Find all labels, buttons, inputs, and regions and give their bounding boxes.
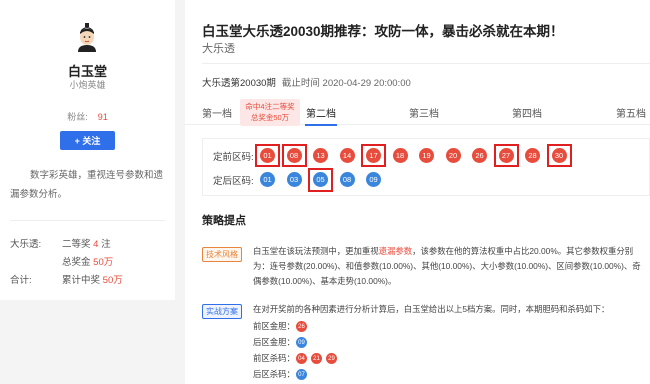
fans-label: 粉丝: <box>67 112 88 122</box>
front-dan-ball-26: 26 <box>296 321 307 332</box>
strategy-heading: 策略提点 <box>202 215 246 227</box>
front-ball-19: 19 <box>419 148 434 163</box>
back-kill-label: 后区杀码： <box>253 369 295 379</box>
header-divider <box>202 63 650 64</box>
front-ball-20: 20 <box>445 148 461 163</box>
tech-style-tag: 技术风格 <box>202 247 242 262</box>
front-zone-label: 定前区码: <box>213 152 254 163</box>
article-panel: 白玉堂大乐透20030期推荐：攻防一体，暴击必杀就在本期！ 大乐透 大乐透第20… <box>185 0 650 384</box>
front-ball-18: 18 <box>392 148 408 163</box>
follow-button[interactable]: + 关注 <box>60 131 115 150</box>
active-tab-indicator <box>305 124 337 126</box>
highlight-box-front-17 <box>361 144 386 167</box>
stat-lottery-prize: 总奖金 50万 <box>62 254 113 268</box>
back-dan-label: 后区金胆： <box>253 337 295 347</box>
fans-number: 91 <box>97 112 108 122</box>
win-tooltip-line1: 命中4注二等奖 <box>245 102 295 111</box>
plan-text: 在对开奖前的各种因素进行分析计算后，白玉堂给出以上5档方案。同时，本期胆码和杀码… <box>253 304 610 314</box>
tech-text-highlight: 遗漏参数 <box>378 246 413 256</box>
back-dan-ball-09: 09 <box>296 337 307 348</box>
back-ball-08: 08 <box>339 172 355 187</box>
stat-prize-prefix: 总奖金 <box>62 257 91 268</box>
issue-number: 大乐透第20030期 <box>202 78 276 89</box>
number-panel: 定前区码: 定后区码: 01 08 13 14 17 18 19 20 26 27 28 30 01 03… <box>202 138 650 196</box>
front-kill-ball-29: 29 <box>326 353 337 364</box>
avatar[interactable] <box>72 22 102 52</box>
profile-divider <box>10 220 165 221</box>
article-title: 白玉堂大乐透20030期推荐：攻防一体，暴击必杀就在本期！ <box>202 24 564 39</box>
back-ball-01: 01 <box>260 172 275 187</box>
expert-title: 小炮英雄 <box>69 80 106 90</box>
stat-lottery-prefix: 二等奖 <box>62 239 91 250</box>
page: 白玉堂 小炮英雄 粉丝: 91 + 关注 数字彩英雄，重视连号参数和遗漏参数分析。… <box>0 0 650 384</box>
tab-level-1[interactable]: 第一档 <box>202 105 232 120</box>
front-ball-13: 13 <box>313 148 328 163</box>
win-tooltip-line2: 总奖金50万 <box>250 113 290 122</box>
issue-deadline: 截止时间 2020-04-29 20:00:00 <box>281 78 411 89</box>
tech-style-text: 白玉堂在该玩法预测中，更加重视遗漏参数，该参数在他的算法权重中占比20.00%。… <box>253 244 648 289</box>
front-kill-ball-21: 21 <box>311 353 322 364</box>
front-ball-14: 14 <box>339 148 355 163</box>
front-kill-label: 前区杀码： <box>253 353 295 363</box>
front-ball-26: 26 <box>472 148 487 163</box>
tab-level-3[interactable]: 第三档 <box>409 105 439 120</box>
back-ball-09: 09 <box>366 172 381 187</box>
stat-total-prefix: 累计中奖 <box>62 275 101 286</box>
stat-lottery-wins: 二等奖 4 注 <box>62 236 111 250</box>
front-dan-label: 前区金胆： <box>253 321 295 331</box>
tab-level-2[interactable]: 第二档 <box>306 105 336 120</box>
front-ball-28: 28 <box>525 148 540 163</box>
article-category: 大乐透 <box>202 43 235 55</box>
win-tooltip: 命中4注二等奖 总奖金50万 <box>240 99 300 126</box>
tab-level-5[interactable]: 第五档 <box>616 105 646 120</box>
fans-count: 粉丝: 91 <box>0 110 175 123</box>
stat-total-label: 合计: <box>10 275 32 286</box>
issue-info: 大乐透第20030期 截止时间 2020-04-29 20:00:00 <box>202 75 411 89</box>
highlight-box-front-08 <box>281 144 307 167</box>
expert-description: 数字彩英雄，重视连号参数和遗漏参数分析。 <box>10 170 164 200</box>
back-ball-03: 03 <box>286 172 302 187</box>
stat-total: 累计中奖 50万 <box>62 272 123 286</box>
highlight-box-front-27 <box>493 144 519 167</box>
back-kill-ball-07: 07 <box>296 369 307 380</box>
stat-lottery-suffix: 注 <box>101 239 111 250</box>
highlight-box-front-01 <box>255 144 280 167</box>
stat-total-value: 50万 <box>102 275 123 286</box>
highlight-box-front-30 <box>546 144 572 167</box>
front-kill-ball-04: 04 <box>296 353 307 364</box>
expert-profile-card: 白玉堂 小炮英雄 粉丝: 91 + 关注 数字彩英雄，重视连号参数和遗漏参数分析。… <box>0 0 175 300</box>
tech-text-before: 白玉堂在该玩法预测中，更加重视 <box>253 246 379 256</box>
highlight-box-back-05 <box>308 168 333 192</box>
back-zone-label: 定后区码: <box>213 176 254 187</box>
stat-prize-value: 50万 <box>93 257 114 268</box>
tab-level-4[interactable]: 第四档 <box>512 105 542 120</box>
stat-lottery-count: 4 <box>93 239 99 250</box>
plan-tag: 实战方案 <box>202 304 242 319</box>
stat-lottery-label: 大乐透: <box>10 239 42 250</box>
